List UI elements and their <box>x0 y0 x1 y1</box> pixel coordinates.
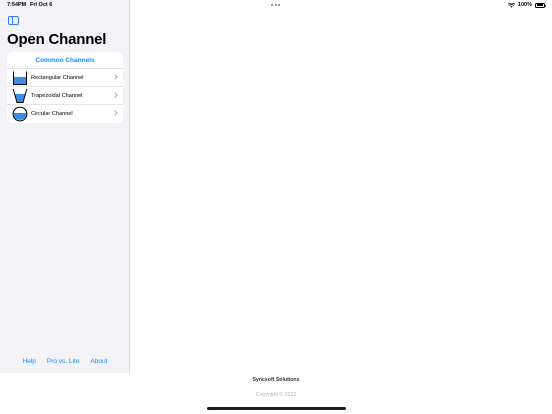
circular-channel-icon <box>12 106 28 122</box>
about-link[interactable]: About <box>90 358 107 365</box>
detail-footer: Syncsoft Solutions Copyright © 2023 <box>0 373 552 414</box>
status-time: 7:54PM <box>7 2 27 8</box>
battery-percent: 100% <box>517 2 532 8</box>
chevron-right-icon <box>112 73 118 80</box>
wifi-icon <box>507 2 515 8</box>
chevron-right-icon <box>112 109 118 116</box>
multitasking-dots-icon[interactable] <box>271 4 280 6</box>
rectangular-channel-icon <box>13 71 27 85</box>
channel-label: Trapezoidal Channel <box>31 92 83 99</box>
channel-list: Common Channels Rectangular Channel Trap… <box>7 52 123 123</box>
channel-row-circular[interactable]: Circular Channel <box>7 105 123 123</box>
chevron-right-icon <box>112 91 118 98</box>
channel-row-trapezoidal[interactable]: Trapezoidal Channel <box>7 87 123 105</box>
home-indicator[interactable] <box>207 407 346 410</box>
page-title: Open Channel <box>7 31 107 48</box>
status-date: Fri Oct 6 <box>30 2 53 8</box>
channel-label: Rectangular Channel <box>31 74 84 81</box>
channel-row-rectangular[interactable]: Rectangular Channel <box>7 69 123 87</box>
sidebar-toggle-icon[interactable] <box>8 16 19 25</box>
sidebar: Open Channel Common Channels Rectangular… <box>0 0 130 373</box>
status-bar: 7:54PM Fri Oct 6 100% <box>0 0 552 12</box>
company-name: Syncsoft Solutions <box>252 377 300 383</box>
pro-vs-lite-link[interactable]: Pro vs. Lite <box>47 358 80 365</box>
status-indicators: 100% <box>507 2 546 8</box>
battery-icon <box>535 2 546 8</box>
trapezoidal-channel-icon <box>12 88 28 103</box>
channel-label: Circular Channel <box>31 111 73 117</box>
sidebar-footer-links: Help Pro vs. Lite About <box>0 358 130 365</box>
section-header: Common Channels <box>7 52 123 69</box>
help-link[interactable]: Help <box>23 358 36 365</box>
copyright-text: Copyright © 2023 <box>255 392 297 398</box>
